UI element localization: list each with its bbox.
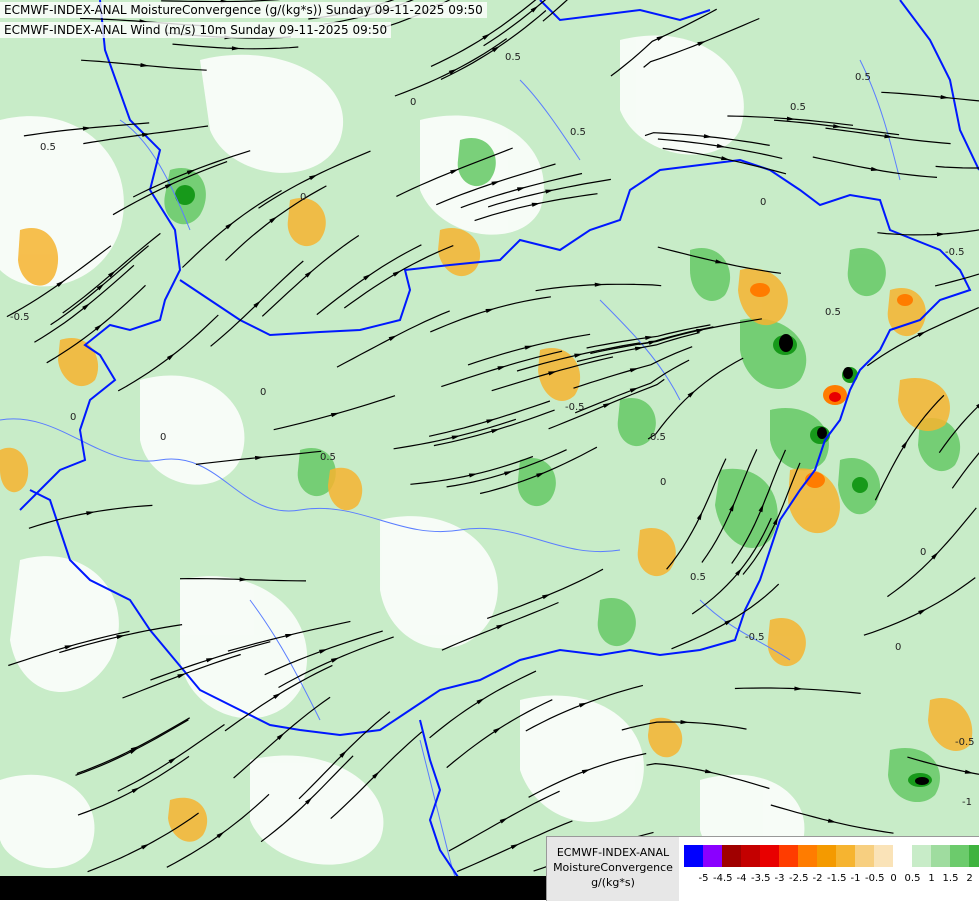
legend-tick: -4 <box>732 873 751 889</box>
legend-tick: 0.5 <box>903 873 922 889</box>
contour-label: 0.5 <box>320 452 336 463</box>
contour-label: 0 <box>660 477 666 488</box>
legend-tick: 0 <box>884 873 903 889</box>
contour-label: -0.5 <box>745 632 765 643</box>
contour-label: 0.5 <box>40 142 56 153</box>
legend-swatch <box>760 845 779 867</box>
contour-label: 0 <box>760 197 766 208</box>
map-title-moisture: ECMWF-INDEX-ANAL MoistureConvergence (g/… <box>0 2 487 18</box>
contour-label: 0.5 <box>690 572 706 583</box>
legend-swatch <box>684 845 703 867</box>
contour-label: 0 <box>70 412 76 423</box>
legend-tick: 1 <box>922 873 941 889</box>
legend-tick: -5 <box>694 873 713 889</box>
contour-label: 0.5 <box>825 307 841 318</box>
legend-title: ECMWF-INDEX-ANAL MoistureConvergence g/(… <box>547 837 679 901</box>
legend-tick: 1.5 <box>941 873 960 889</box>
legend-tick: -2.5 <box>789 873 808 889</box>
color-legend: ECMWF-INDEX-ANAL MoistureConvergence g/(… <box>546 836 979 901</box>
legend-swatch <box>931 845 950 867</box>
contour-label: 0.5 <box>790 102 806 113</box>
legend-tick: -1.5 <box>827 873 846 889</box>
legend-swatch <box>836 845 855 867</box>
legend-swatch <box>779 845 798 867</box>
legend-swatch <box>817 845 836 867</box>
contour-label: -0.5 <box>955 737 975 748</box>
contour-label: -1 <box>962 797 972 808</box>
contour-label: -0.5 <box>945 247 965 258</box>
legend-swatch <box>722 845 741 867</box>
legend-swatch <box>912 845 931 867</box>
contour-label: 0 <box>920 547 926 558</box>
legend-tick: -1 <box>846 873 865 889</box>
contour-label: 0 <box>260 387 266 398</box>
legend-swatch <box>874 845 893 867</box>
legend-variable: MoistureConvergence <box>547 860 679 875</box>
legend-unit: g/(kg*s) <box>547 875 679 890</box>
contour-label: -0.5 <box>10 312 30 323</box>
contour-label: 0.5 <box>505 52 521 63</box>
contour-label: 0 <box>160 432 166 443</box>
legend-swatches <box>684 845 979 867</box>
contour-label: 0 <box>895 642 901 653</box>
legend-ticks: -5-4.5-4-3.5-3-2.5-2-1.5-1-0.500.511.52 <box>684 873 979 889</box>
map-title-wind: ECMWF-INDEX-ANAL Wind (m/s) 10m Sunday 0… <box>0 22 391 38</box>
legend-swatch <box>703 845 722 867</box>
legend-tick: -0.5 <box>865 873 884 889</box>
legend-swatch <box>969 845 979 867</box>
contour-label: 0 <box>300 192 306 203</box>
contour-label: 0.5 <box>570 127 586 138</box>
legend-tick: -2 <box>808 873 827 889</box>
legend-swatch <box>798 845 817 867</box>
legend-tick: -4.5 <box>713 873 732 889</box>
legend-swatch <box>950 845 969 867</box>
contour-label: 0 <box>410 97 416 108</box>
contour-label: 0.5 <box>650 432 666 443</box>
legend-source: ECMWF-INDEX-ANAL <box>547 845 679 860</box>
legend-tick: -3 <box>770 873 789 889</box>
legend-swatch <box>855 845 874 867</box>
contour-label: 0.5 <box>855 72 871 83</box>
legend-swatch <box>741 845 760 867</box>
legend-swatch <box>893 845 912 867</box>
contour-label: -0.5 <box>565 402 585 413</box>
legend-tick: -3.5 <box>751 873 770 889</box>
legend-tick: 2 <box>960 873 979 889</box>
weather-map[interactable]: 0.5 0 -0.5 0.5 0 0.5 -0.5 0 0.5 0 0.5 -0… <box>0 0 979 900</box>
